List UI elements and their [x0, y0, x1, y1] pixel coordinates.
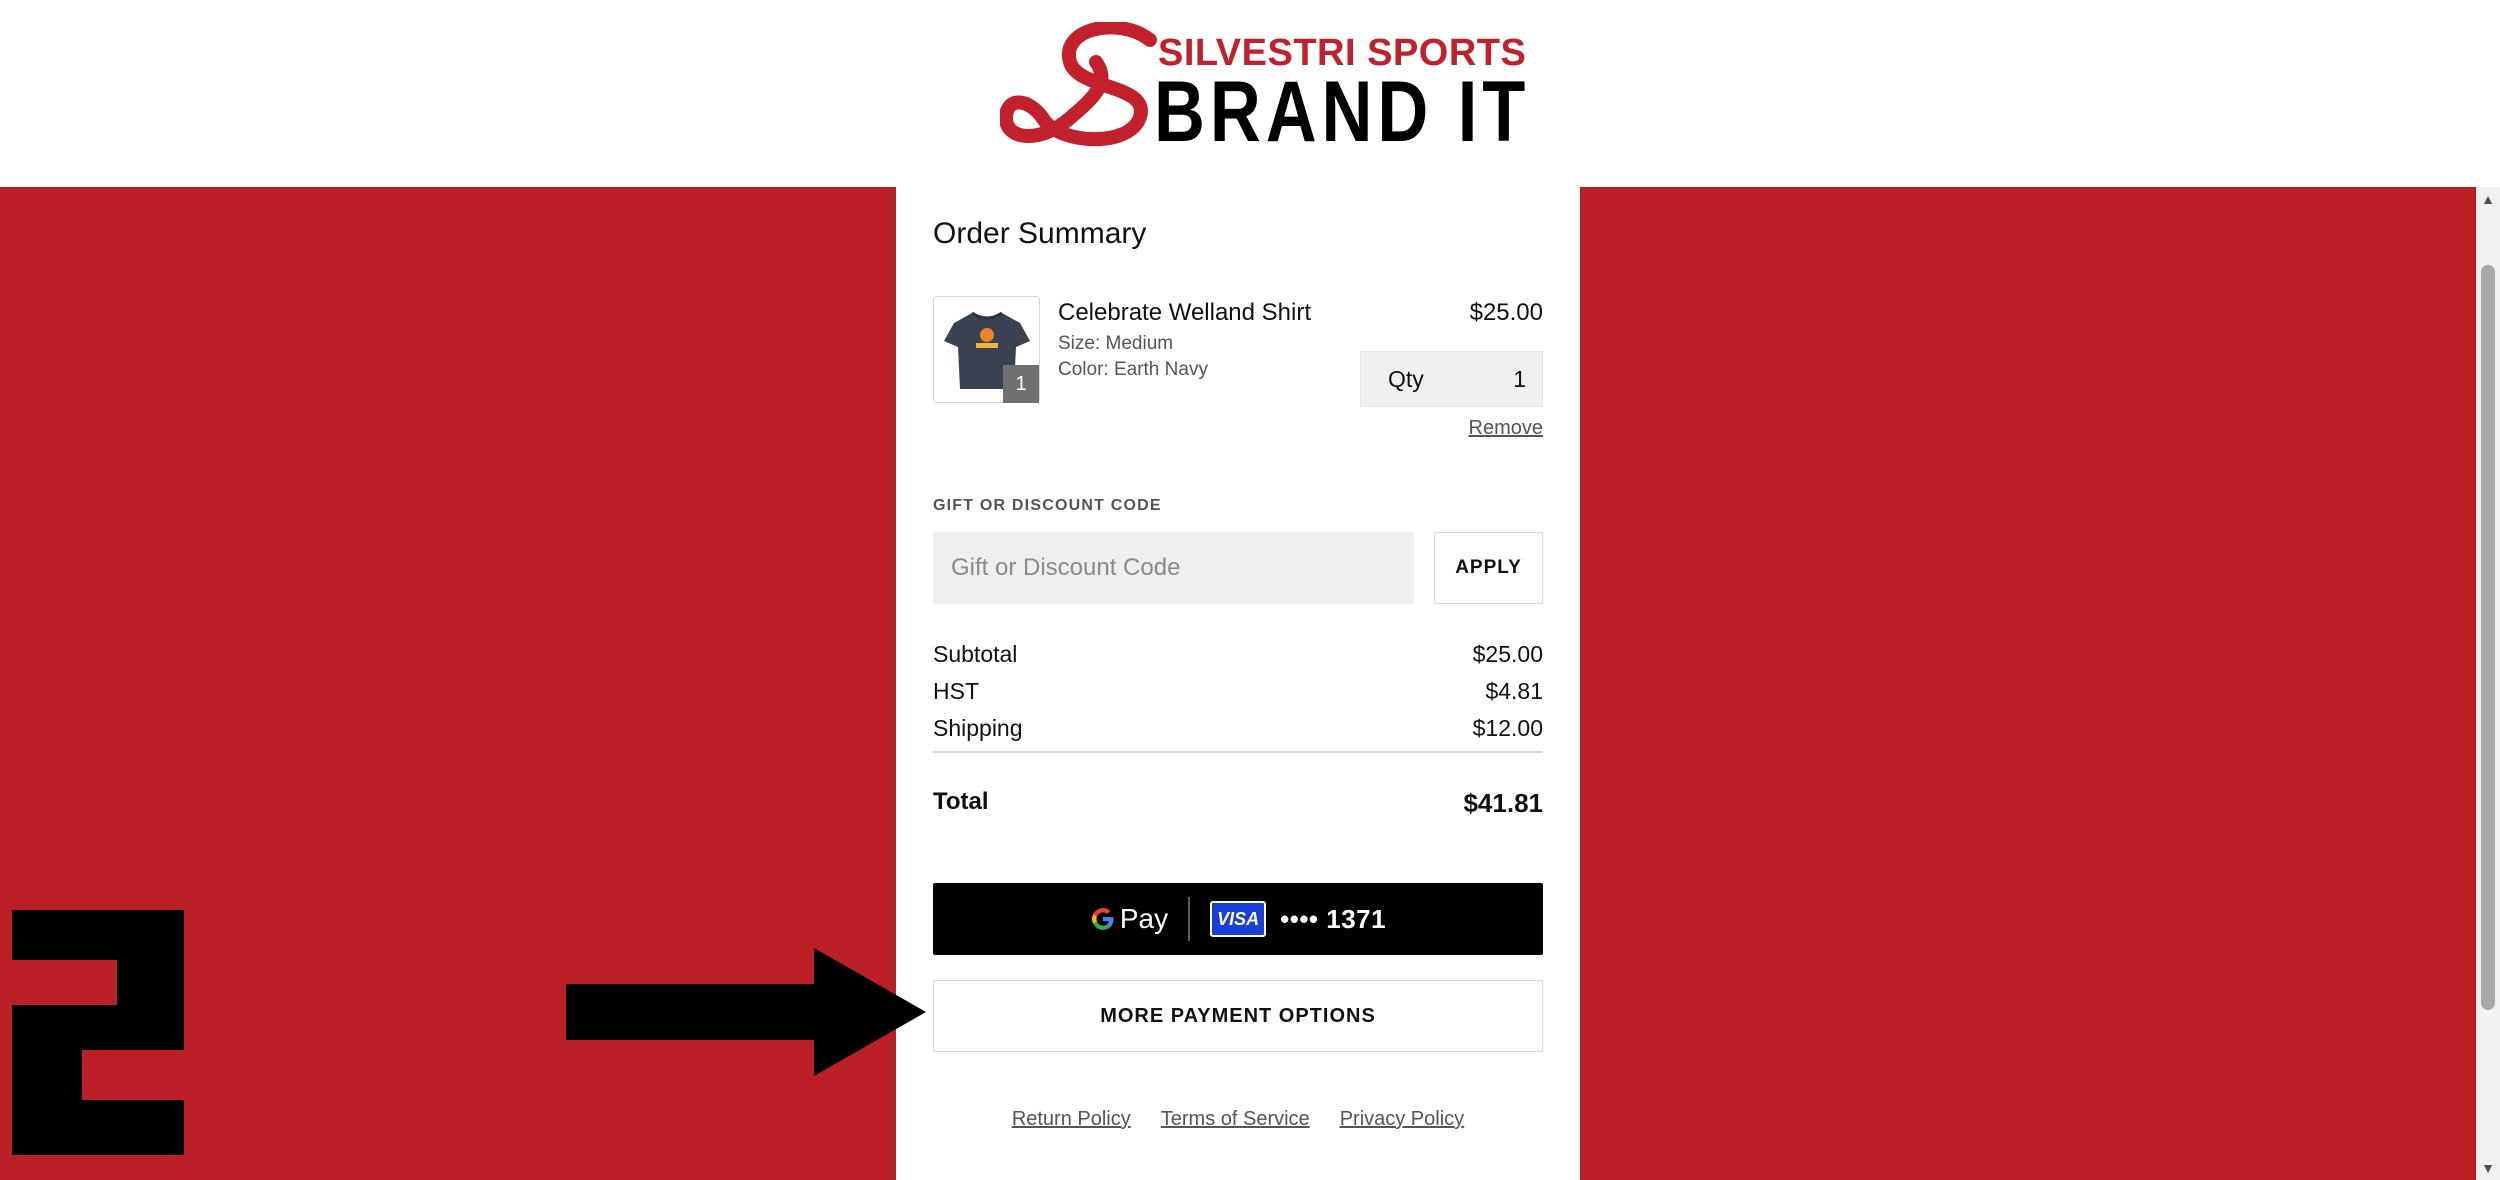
total-row: Total $41.81 [933, 788, 1543, 819]
order-summary-panel: Order Summary 1 Celebrate Welland Shirt … [896, 187, 1580, 1180]
discount-code-input[interactable] [933, 532, 1414, 604]
subtotal-row: Subtotal $25.00 [933, 641, 1543, 668]
shipping-row: Shipping $12.00 [933, 715, 1543, 742]
hst-row: HST $4.81 [933, 678, 1543, 705]
quantity-selector[interactable]: Qty 1 [1360, 351, 1543, 407]
item-size: Size: Medium [1058, 333, 1174, 354]
total-label: Total [933, 788, 989, 815]
step-number-annotation [12, 910, 184, 1155]
brand-logo[interactable]: SILVESTRI SPORTS BRAND IT [1000, 22, 1526, 160]
shipping-label: Shipping [933, 715, 1023, 741]
quantity-badge: 1 [1003, 365, 1039, 403]
hst-label: HST [933, 678, 979, 704]
google-pay-button[interactable]: Pay VISA •••• 1371 [933, 883, 1543, 955]
discount-code-label: GIFT OR DISCOUNT CODE [933, 497, 1162, 514]
gpay-separator [1188, 897, 1191, 941]
scroll-thumb[interactable] [2481, 265, 2495, 1010]
logo-s-swirl [1000, 22, 1157, 147]
remove-item-link[interactable]: Remove [1469, 417, 1543, 440]
google-g-icon [1091, 908, 1114, 930]
subtotal-label: Subtotal [933, 641, 1018, 667]
more-payment-options-button[interactable]: MORE PAYMENT OPTIONS [933, 980, 1543, 1052]
google-pay-logo: Pay [1090, 903, 1168, 935]
gpay-text: Pay [1119, 903, 1169, 934]
footer-links: Return Policy Terms of Service Privacy P… [896, 1108, 1580, 1131]
site-header: SILVESTRI SPORTS BRAND IT [0, 0, 2500, 187]
qty-value: 1 [1513, 365, 1526, 392]
item-name: Celebrate Welland Shirt [1058, 299, 1312, 326]
privacy-policy-link[interactable]: Privacy Policy [1340, 1108, 1464, 1131]
vertical-scrollbar[interactable]: ▲ ▼ [2476, 187, 2500, 1180]
totals-divider [933, 751, 1543, 753]
scroll-down-arrow-icon[interactable]: ▼ [2476, 1158, 2500, 1178]
total-value: $41.81 [1463, 788, 1543, 818]
qty-label: Qty [1388, 365, 1424, 392]
scroll-up-arrow-icon[interactable]: ▲ [2476, 189, 2500, 209]
order-summary-title: Order Summary [933, 217, 1147, 250]
subtotal-value: $25.00 [1472, 641, 1543, 667]
logo-bottom-text: BRAND IT [1154, 64, 1531, 160]
item-price: $25.00 [1469, 299, 1543, 326]
return-policy-link[interactable]: Return Policy [1012, 1108, 1131, 1131]
item-color: Color: Earth Navy [1058, 359, 1208, 380]
shipping-value: $12.00 [1472, 715, 1543, 741]
visa-card-icon: VISA [1210, 901, 1267, 937]
card-number: •••• 1371 [1280, 903, 1387, 934]
apply-button[interactable]: APPLY [1434, 532, 1543, 604]
terms-of-service-link[interactable]: Terms of Service [1161, 1108, 1310, 1131]
hst-value: $4.81 [1485, 678, 1543, 704]
arrow-right-icon [566, 948, 926, 1076]
